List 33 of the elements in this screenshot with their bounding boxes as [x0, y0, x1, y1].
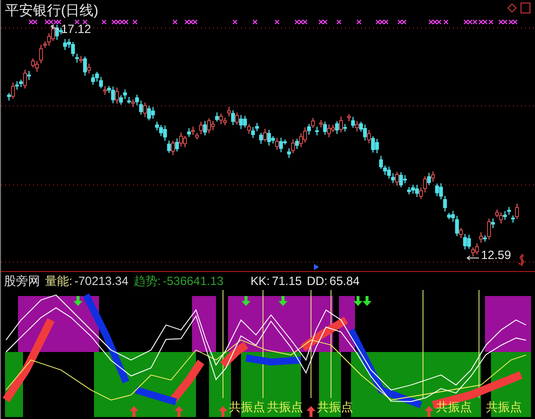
- low-price-label: 12.59: [481, 249, 512, 261]
- square-icon: [520, 2, 530, 14]
- reading-label: 趋势:: [133, 275, 161, 287]
- reading-label: KK:: [250, 275, 270, 287]
- rising-ribbon: [300, 316, 348, 352]
- falling-ribbon: [135, 386, 177, 406]
- indicator-name: 股旁网: [4, 275, 40, 287]
- diamond-icon: [507, 3, 517, 13]
- reading-value: 65.84: [330, 275, 360, 287]
- up-arrow-icon: [306, 406, 316, 417]
- reading-label: DD:: [306, 275, 328, 287]
- down-arrow-icon: [242, 296, 250, 306]
- down-arrow-icon: [74, 296, 82, 306]
- leader-line: [466, 256, 480, 260]
- dollar-icon: [518, 254, 524, 266]
- up-arrow-icon: [174, 406, 184, 417]
- reading-value: -70213.34: [74, 275, 128, 287]
- chart-title: 平安银行(日线): [5, 3, 98, 17]
- signal-zone: [192, 296, 216, 352]
- up-arrow-icon: [130, 406, 138, 417]
- rising-ribbon: [170, 360, 204, 402]
- up-arrow-icon: [424, 406, 434, 417]
- down-arrow-icon: [278, 296, 288, 306]
- leader-line: [50, 24, 60, 30]
- reading-value: 71.15: [272, 275, 302, 287]
- reading-value: -536641.13: [162, 275, 224, 287]
- signal-zone: [485, 296, 531, 352]
- falling-ribbon: [245, 354, 302, 366]
- high-price-label: 17.12: [61, 23, 92, 35]
- reading-label: 量能:: [45, 275, 72, 287]
- rising-ribbon: [220, 342, 248, 368]
- up-arrow-icon: [218, 406, 228, 417]
- marker-icon: [314, 264, 319, 270]
